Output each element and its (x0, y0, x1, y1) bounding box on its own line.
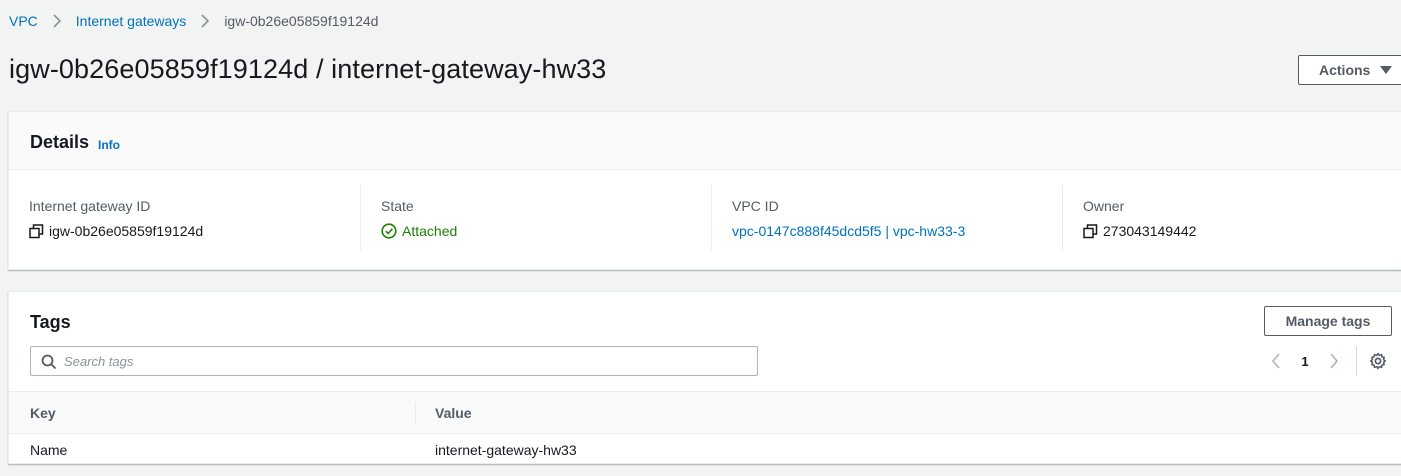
tag-value-cell: internet-gateway-hw33 (435, 442, 577, 458)
detail-value: vpc-0147c888f45dcd5f5 | vpc-hw33-3 (732, 223, 965, 239)
search-tags-input[interactable] (64, 351, 744, 371)
detail-owner: Owner 273043149442 (1062, 185, 1401, 251)
internet-gateway-id-value: igw-0b26e05859f19124d (49, 223, 204, 239)
search-icon (41, 354, 57, 370)
actions-label: Actions (1319, 62, 1371, 78)
page-number[interactable]: 1 (1288, 354, 1322, 369)
detail-label: State (381, 198, 414, 214)
pagination: 1 (1264, 346, 1387, 376)
details-header: Details Info (9, 112, 1401, 170)
tag-key-cell: Name (30, 442, 68, 458)
breadcrumb-vpc[interactable]: VPC (9, 13, 38, 29)
detail-label: VPC ID (732, 198, 779, 214)
chevron-right-icon (52, 14, 62, 28)
gear-icon[interactable] (1369, 352, 1387, 370)
pager-divider (1356, 346, 1357, 376)
detail-value: Attached (381, 223, 457, 239)
detail-value: 273043149442 (1083, 223, 1196, 239)
copy-icon[interactable] (29, 223, 44, 239)
owner-value: 273043149442 (1103, 223, 1197, 239)
breadcrumb: VPC Internet gateways igw-0b26e05859f191… (9, 11, 378, 31)
page-title: igw-0b26e05859f19124d / internet-gateway… (9, 54, 607, 84)
chevron-right-icon (200, 14, 210, 28)
detail-label: Owner (1083, 198, 1125, 214)
column-divider (415, 402, 416, 424)
search-box (30, 346, 758, 376)
tags-title: Tags (30, 312, 71, 332)
tags-panel: Tags Manage tags 1 Key Value Name intern… (8, 291, 1401, 464)
column-header-key[interactable]: Key (30, 405, 56, 421)
breadcrumb-current: igw-0b26e05859f19124d (224, 13, 379, 29)
manage-tags-button[interactable]: Manage tags (1264, 306, 1392, 336)
check-circle-icon (381, 223, 397, 239)
caret-down-icon (1380, 65, 1393, 75)
details-panel: Details Info Internet gateway ID igw-0b2… (8, 111, 1401, 270)
vpc-id-link[interactable]: vpc-0147c888f45dcd5f5 | vpc-hw33-3 (732, 223, 965, 239)
actions-button[interactable]: Actions (1298, 55, 1401, 85)
detail-internet-gateway-id: Internet gateway ID igw-0b26e05859f19124… (9, 185, 360, 251)
detail-vpc-id: VPC ID vpc-0147c888f45dcd5f5 | vpc-hw33-… (711, 185, 1062, 251)
chevron-left-icon[interactable] (1264, 346, 1288, 376)
chevron-right-icon[interactable] (1322, 346, 1346, 376)
details-title: Details (30, 132, 90, 152)
state-value: Attached (402, 223, 458, 239)
table-row: Name internet-gateway-hw33 (9, 435, 1401, 465)
info-link[interactable]: Info (98, 138, 120, 152)
detail-label: Internet gateway ID (29, 198, 151, 214)
tags-table-header: Key Value (9, 391, 1401, 434)
detail-state: State Attached (360, 185, 711, 251)
copy-icon[interactable] (1083, 223, 1098, 239)
column-header-value[interactable]: Value (435, 405, 472, 421)
breadcrumb-internet-gateways[interactable]: Internet gateways (76, 13, 187, 29)
detail-value: igw-0b26e05859f19124d (29, 223, 203, 239)
